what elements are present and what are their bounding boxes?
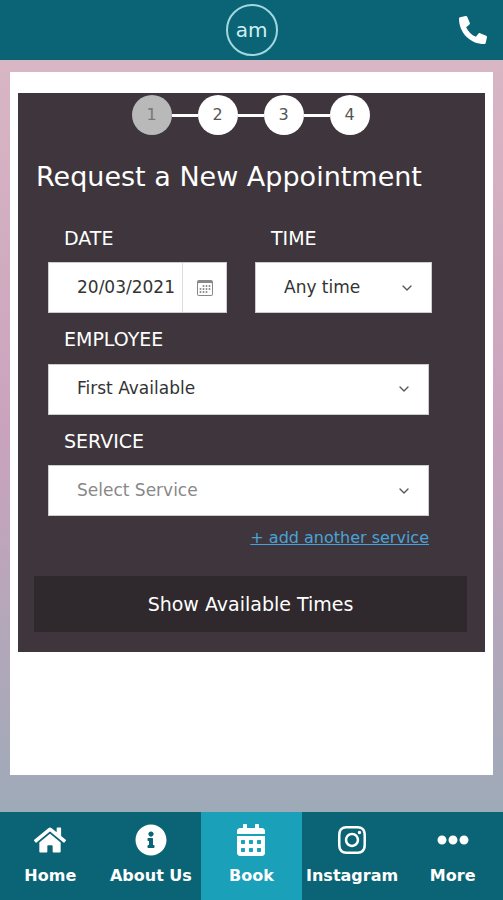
step[interactable]: 2: [198, 95, 238, 135]
nav-item[interactable]: About Us: [101, 812, 202, 900]
field-label: SERVICE: [48, 415, 429, 466]
booking-panel: 1234Request a New AppointmentDATE20/03/2…: [18, 93, 485, 652]
nav-icon: [437, 824, 469, 856]
step[interactable]: 1: [132, 95, 172, 135]
chevron-down-icon: [399, 280, 415, 296]
field-label: DATE: [48, 212, 227, 263]
booking-card: 1234Request a New AppointmentDATE20/03/2…: [10, 72, 493, 775]
time-select[interactable]: Any time: [255, 262, 432, 313]
step[interactable]: 3: [264, 95, 304, 135]
employee-select[interactable]: First Available: [48, 364, 429, 415]
chevron-down-icon: [396, 381, 412, 397]
fields: DATE20/03/2021 TIMEAny timeEMPLOYEEFirst …: [34, 212, 467, 577]
add-service-link[interactable]: + add another service: [250, 526, 429, 550]
form-title: Request a New Appointment: [34, 137, 467, 212]
nav-item[interactable]: Instagram: [302, 812, 403, 900]
nav-icon: [135, 824, 167, 856]
content: 1234Request a New AppointmentDATE20/03/2…: [0, 60, 503, 812]
nav-item[interactable]: Book: [201, 812, 302, 900]
field-label: TIME: [255, 212, 432, 263]
service-select[interactable]: Select Service: [48, 465, 429, 516]
app: am 1234Request a New AppointmentDATE20/03…: [0, 0, 503, 900]
show-times-button[interactable]: Show Available Times: [34, 576, 467, 632]
nav-icon: [336, 824, 368, 856]
step-connector: [238, 114, 264, 117]
nav-icon: [34, 824, 66, 856]
chevron-down-icon: [396, 483, 412, 499]
nav-icon: [235, 824, 267, 856]
calendar-icon[interactable]: [197, 280, 213, 296]
step-connector: [172, 114, 198, 117]
logo[interactable]: am: [226, 4, 278, 56]
step-connector: [304, 114, 330, 117]
field-label: EMPLOYEE: [48, 313, 429, 364]
phone-icon[interactable]: [459, 16, 487, 44]
step[interactable]: 4: [330, 95, 370, 135]
nav-item[interactable]: Home: [0, 812, 101, 900]
top-bar: am: [0, 0, 503, 60]
bottom-nav: HomeAbout UsBookInstagramMore: [0, 812, 503, 900]
date-input[interactable]: 20/03/2021: [48, 262, 227, 313]
nav-item[interactable]: More: [402, 812, 503, 900]
steps: 1234: [34, 95, 467, 137]
